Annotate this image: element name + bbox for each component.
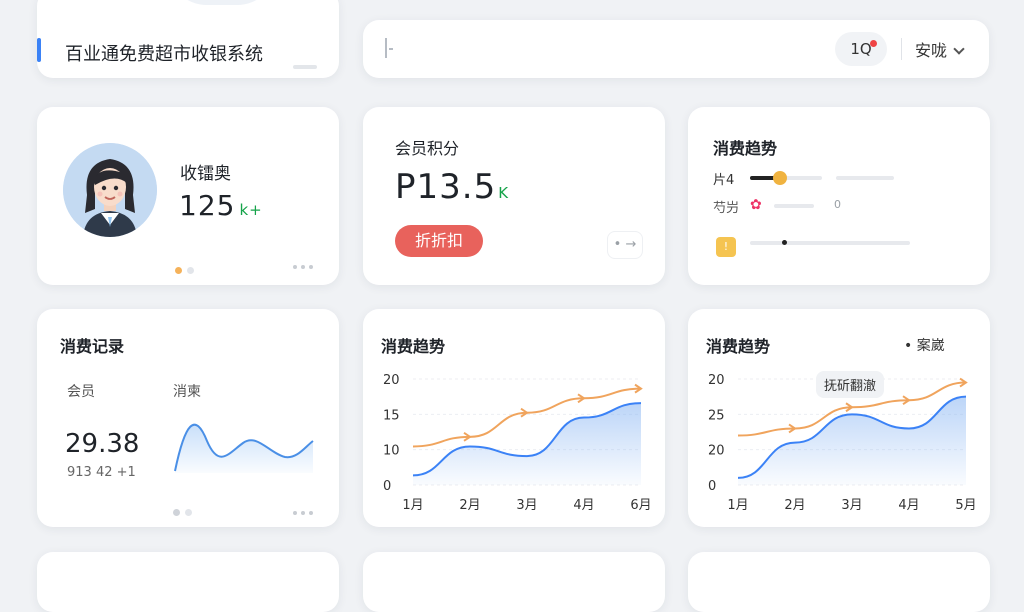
records-sparkline <box>174 423 314 473</box>
trend-row-label-2: 芍屶 <box>713 201 740 216</box>
trend-chart-card-alt: 消费趋势 • 案崴 0 20 25 20 1月 2月 3月 4月 5月 抚斫翻澈 <box>688 309 990 527</box>
points-suffix: K <box>498 184 510 202</box>
notification-label: 1Q <box>850 40 872 58</box>
y-tick-label: 10 <box>383 444 400 459</box>
search-bar[interactable]: 1Q 安咙 <box>363 20 989 78</box>
series-area <box>413 403 641 485</box>
alert-icon: ! <box>716 237 736 257</box>
trend-row-dot-3 <box>782 240 787 245</box>
member-stat-suffix: k+ <box>239 201 263 219</box>
x-tick-label: 2月 <box>784 498 805 513</box>
y-tick-label: 20 <box>383 373 400 388</box>
series-area <box>738 396 966 485</box>
trend-row-label-1: 片4 <box>713 173 735 188</box>
trend-summary-title: 消费趋势 <box>713 139 778 158</box>
language-label: 安咙 <box>915 41 948 60</box>
discount-button[interactable]: 折折扣 <box>395 225 483 257</box>
brand-card: 百业通免费超市收银系统 <box>37 0 339 78</box>
y-tick-label: 0 <box>708 479 716 494</box>
x-tick-label: 4月 <box>573 498 594 513</box>
records-title: 消费记录 <box>60 337 125 356</box>
trend-row-knob[interactable] <box>773 171 787 185</box>
member-stat-label: 收镭奥 <box>180 164 231 184</box>
member-card[interactable]: 收镭奥 125 k+ <box>37 107 339 285</box>
flower-icon: ✿ <box>750 197 762 213</box>
notification-button[interactable]: 1Q <box>835 32 887 66</box>
trend-row-track-1b <box>836 176 894 180</box>
points-value: P13.5 K <box>395 167 510 207</box>
x-tick-label: 4月 <box>898 498 919 513</box>
brand-handle <box>293 65 317 69</box>
x-tick-label: 3月 <box>516 498 537 513</box>
header-divider <box>901 38 902 60</box>
records-big-value: 29.38 <box>65 429 140 459</box>
x-tick-label: 1月 <box>402 498 423 513</box>
bottom-card-1 <box>37 552 339 612</box>
y-tick-label: 15 <box>383 408 400 423</box>
points-label: 会员积分 <box>395 139 460 158</box>
app-name: 百业通免费超市收银系统 <box>65 44 263 65</box>
member-stat-value: 125 k+ <box>179 189 263 222</box>
brand-accent-bar <box>37 38 41 62</box>
notification-badge <box>870 40 877 47</box>
trend-summary-card: 消费趋势 片4 芍屶 ✿ 0 ! <box>688 107 990 285</box>
y-tick-label: 20 <box>708 444 725 459</box>
records-card[interactable]: 消费记录 会员 消柬 29.38 913 42 +1 <box>37 309 339 527</box>
x-tick-label: 3月 <box>841 498 862 513</box>
trend-row-value-2: 0 <box>834 198 841 211</box>
trend-row-track-2 <box>774 204 814 208</box>
more-icon[interactable] <box>293 265 313 269</box>
x-tick-label: 2月 <box>459 498 480 513</box>
y-tick-label: 25 <box>708 408 725 423</box>
x-tick-label: 6月 <box>630 498 651 513</box>
records-col-spend: 消柬 <box>173 384 201 400</box>
y-tick-label: 0 <box>383 479 391 494</box>
chart-tooltip: 抚斫翻澈 <box>816 371 885 398</box>
more-icon[interactable] <box>293 511 313 515</box>
member-pager[interactable] <box>175 267 194 274</box>
records-col-member: 会员 <box>67 384 95 400</box>
points-card[interactable]: 会员积分 P13.5 K 折折扣 • → <box>363 107 665 285</box>
x-tick-label: 1月 <box>727 498 748 513</box>
y-tick-label: 20 <box>708 373 725 388</box>
trend-chart-alt: 0 20 25 20 1月 2月 3月 4月 5月 <box>708 373 977 513</box>
avatar <box>63 143 157 237</box>
search-cursor[interactable] <box>385 38 387 58</box>
trend-chart-card: 消费趋势 0 10 15 20 1月 2月 3月 4月 6月 <box>363 309 665 527</box>
bottom-card-3 <box>688 552 990 612</box>
x-tick-label: 5月 <box>955 498 976 513</box>
trend-row-track-3 <box>750 241 910 245</box>
trend-chart: 0 10 15 20 1月 2月 3月 4月 6月 <box>383 373 652 513</box>
chevron-down-icon <box>953 43 965 55</box>
search-cursor-tick <box>389 48 393 50</box>
records-sub-value: 913 42 +1 <box>67 465 136 480</box>
language-select[interactable]: 安咙 <box>915 37 965 61</box>
records-pager[interactable] <box>173 509 192 516</box>
arrow-right-icon[interactable]: • → <box>607 231 643 259</box>
brand-decoration <box>167 0 277 5</box>
bottom-card-2 <box>363 552 665 612</box>
